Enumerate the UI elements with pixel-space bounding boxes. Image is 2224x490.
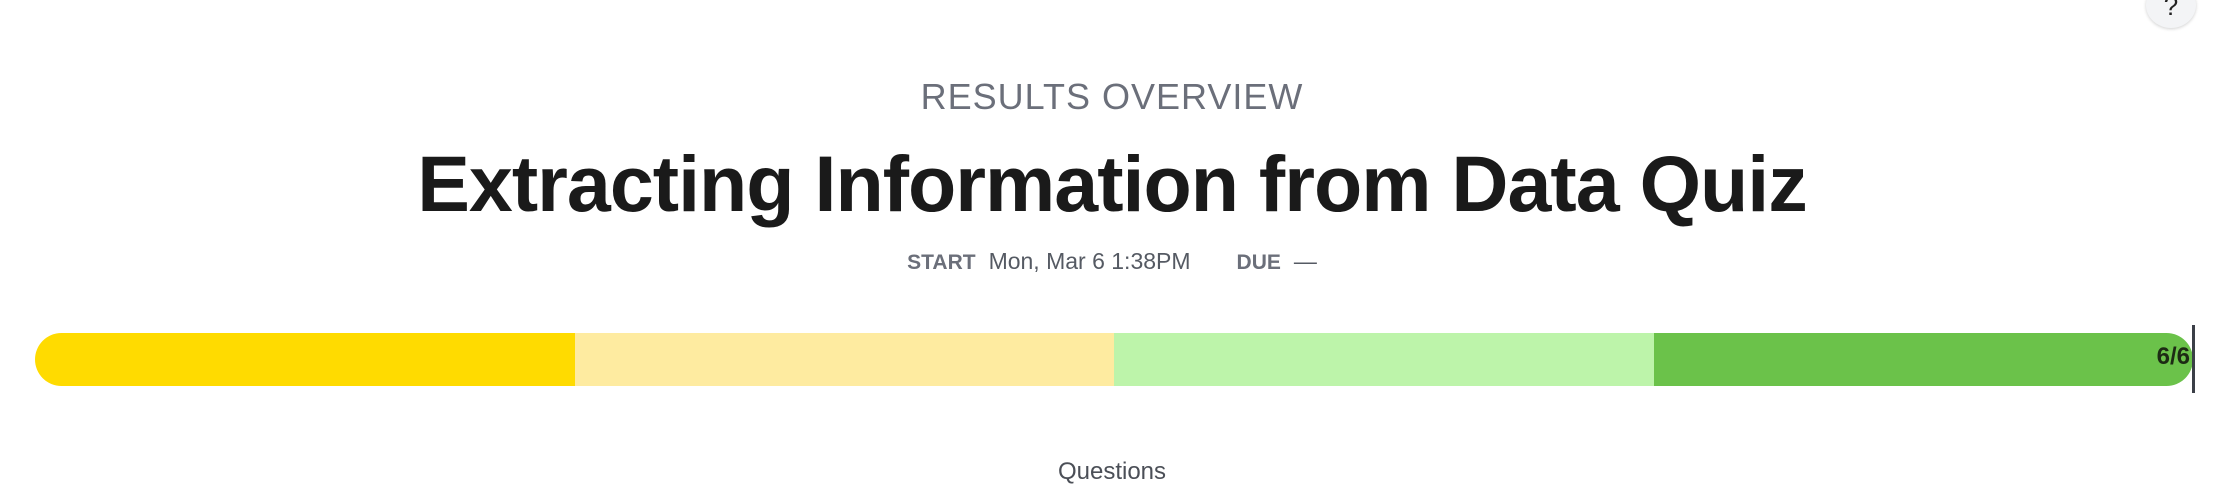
help-button[interactable]: ? — [2146, 0, 2196, 28]
page-title: Extracting Information from Data Quiz — [417, 139, 1808, 228]
start-label: START — [907, 251, 976, 274]
results-overview-page: ? RESULTS OVERVIEW Extracting Informatio… — [0, 0, 2224, 490]
quiz-meta: START Mon, Mar 6 1:38PM DUE — — [0, 248, 2224, 275]
progress-segment-3 — [1114, 333, 1654, 386]
progress-segment-4 — [1653, 333, 2193, 386]
due-value: — — [1293, 248, 1317, 274]
due-label: DUE — [1236, 251, 1281, 274]
progress-bar — [35, 333, 2193, 386]
progress-segment-1 — [35, 333, 575, 386]
progress-count: 6/6 — [2156, 343, 2190, 370]
page-eyebrow: RESULTS OVERVIEW — [920, 76, 1304, 117]
questions-section-label: Questions — [1057, 458, 1167, 485]
progress-end-marker — [2192, 325, 2195, 393]
question-icon: ? — [2163, 0, 2179, 21]
progress-segment-2 — [574, 333, 1114, 386]
start-value: Mon, Mar 6 1:38PM — [988, 248, 1191, 274]
